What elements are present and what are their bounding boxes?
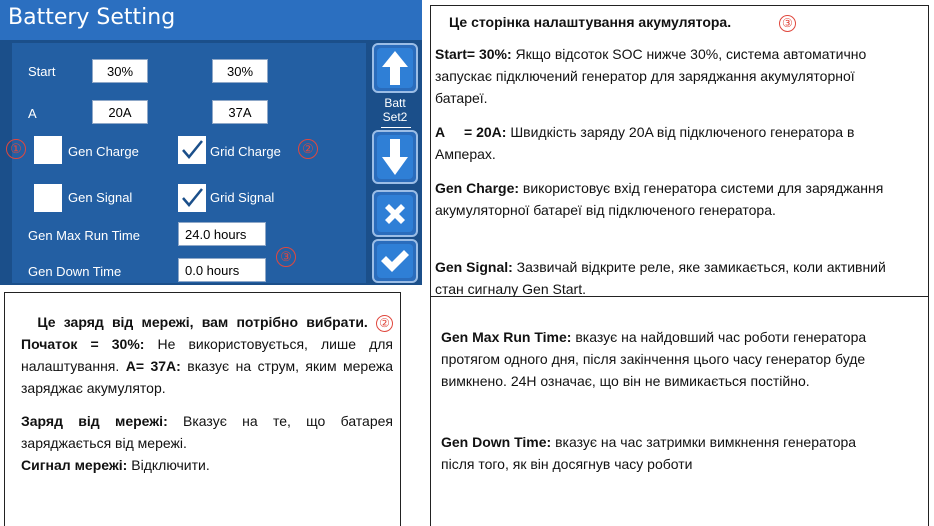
- marker-two: ②: [298, 139, 318, 159]
- title-bar: Battery Setting: [0, 0, 422, 40]
- right-start-paragraph: Start= 30%: Якщо відсоток SOC нижче 30%,…: [435, 43, 905, 109]
- confirm-button[interactable]: [372, 239, 418, 283]
- left-heading: Це заряд від мережі, вам потрібно вибрат…: [37, 314, 368, 330]
- gen-charge-label: Gen Charge: [68, 144, 139, 159]
- a-label: A: [28, 106, 37, 121]
- gen-down-time-input[interactable]: 0.0 hours: [178, 258, 266, 282]
- marker-three: ③: [276, 247, 296, 267]
- gen-signal-label: Gen Signal: [68, 190, 133, 205]
- gen-max-run-time-input[interactable]: 24.0 hours: [178, 222, 266, 246]
- right-start-key: Start= 30%:: [435, 46, 512, 62]
- right-heading: Це сторінка налаштування акумулятора. ③: [449, 11, 919, 33]
- close-icon: [385, 204, 405, 224]
- grid-signal-label: Grid Signal: [210, 190, 275, 205]
- right-a-key: A = 20A:: [435, 124, 507, 140]
- grid-charge-checkbox[interactable]: [178, 136, 206, 164]
- right-a-paragraph: A = 20A: Швидкість заряду 20A від підклю…: [435, 121, 905, 165]
- batt-label-line2: Set2: [382, 110, 408, 124]
- start-grid-input[interactable]: 30%: [212, 59, 268, 83]
- a-grid-input[interactable]: 37A: [212, 100, 268, 124]
- right-divider: [431, 296, 928, 297]
- checkmark-icon: [381, 250, 409, 272]
- left-marker: ②: [376, 314, 394, 332]
- arrow-down-icon: [382, 139, 408, 175]
- left-grid-charge-key: Заряд від мережі:: [21, 413, 168, 429]
- battery-setting-screen: Battery Setting Start 30% 30% A 20A 37A …: [0, 0, 422, 285]
- grid-charge-label: Grid Charge: [210, 144, 281, 159]
- start-gen-input[interactable]: 30%: [92, 59, 148, 83]
- right-gen-max-key: Gen Max Run Time:: [441, 329, 572, 345]
- right-gen-signal-paragraph: Gen Signal: Зазвичай відкрите реле, яке …: [435, 256, 905, 300]
- left-grid-signal-text: Відключити.: [127, 457, 210, 473]
- gen-charge-checkbox[interactable]: [34, 136, 62, 164]
- right-explanation-box: Це сторінка налаштування акумулятора. ③ …: [430, 5, 929, 526]
- checkbox-checked-icon: [182, 188, 203, 207]
- left-main-paragraph: Це заряд від мережі, вам потрібно вибрат…: [21, 311, 394, 399]
- grid-signal-checkbox[interactable]: [178, 184, 206, 212]
- right-marker: ③: [778, 14, 796, 32]
- right-gen-down-paragraph: Gen Down Time: вказує на час затримки ви…: [441, 431, 891, 475]
- a-gen-input[interactable]: 20A: [92, 100, 148, 124]
- cancel-button[interactable]: [372, 190, 418, 237]
- batt-label-line1: Batt: [384, 96, 406, 110]
- left-grid-charge-paragraph: Заряд від мережі: Вказує на те, що батар…: [21, 410, 393, 454]
- batt-divider: [381, 127, 411, 128]
- page-down-button[interactable]: [372, 130, 418, 184]
- page-up-button[interactable]: [372, 43, 418, 93]
- gen-max-run-time-label: Gen Max Run Time: [28, 228, 140, 243]
- arrow-up-icon: [382, 51, 408, 85]
- right-gen-signal-key: Gen Signal:: [435, 259, 513, 275]
- start-label: Start: [28, 64, 56, 79]
- right-gen-charge-paragraph: Gen Charge: використовує вхід генератора…: [435, 177, 905, 221]
- gen-down-time-label: Gen Down Time: [28, 264, 122, 279]
- gen-signal-checkbox[interactable]: [34, 184, 62, 212]
- right-gen-charge-key: Gen Charge:: [435, 180, 520, 196]
- left-grid-signal-key: Сигнал мережі:: [21, 457, 128, 473]
- batt-set-label: Batt Set2: [372, 96, 418, 124]
- right-heading-text: Це сторінка налаштування акумулятора.: [449, 14, 732, 30]
- left-a-key: A= 37A:: [125, 358, 181, 374]
- left-explanation-box: Це заряд від мережі, вам потрібно вибрат…: [4, 292, 401, 526]
- right-gen-max-paragraph: Gen Max Run Time: вказує на найдовший ча…: [441, 326, 891, 392]
- left-start-key: Початок = 30%:: [21, 336, 145, 352]
- screen-title: Battery Setting: [8, 5, 176, 30]
- right-gen-down-key: Gen Down Time:: [441, 434, 552, 450]
- left-grid-signal-paragraph: Сигнал мережі: Відключити.: [21, 454, 393, 476]
- marker-one: ①: [6, 139, 26, 159]
- checkbox-checked-icon: [182, 140, 203, 159]
